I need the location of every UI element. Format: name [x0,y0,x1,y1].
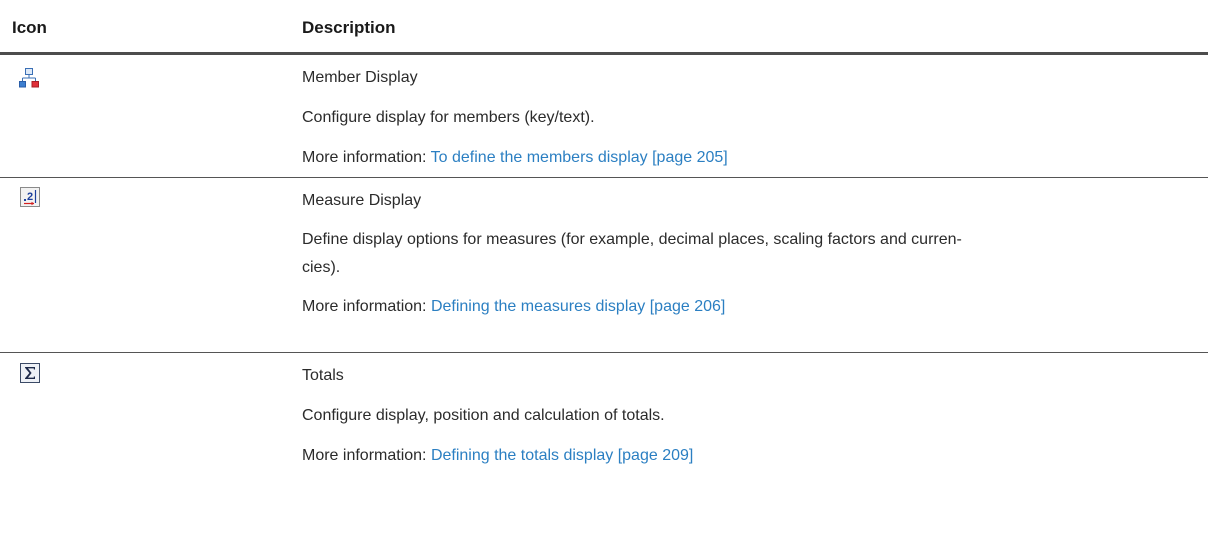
description-cell: Member Display Configure display for mem… [302,55,1208,188]
more-information-prefix: More information: [302,447,431,464]
description-cell: Measure Display Define display options f… [302,178,1208,337]
more-information-prefix: More information: [302,149,431,166]
row-title: Totals [302,367,344,384]
description-cell: Totals Configure display, position and c… [302,353,1208,486]
row-description: Define display options for measures (for… [302,231,962,276]
decimal-places-icon: 2 [20,187,40,207]
header-icon-column: Icon [12,18,47,37]
header-description-column: Description [302,18,396,37]
more-information-line: More information: Defining the totals di… [302,445,1208,486]
table-row: Member Display Configure display for mem… [0,55,1208,178]
table-row: Totals Configure display, position and c… [0,353,1208,483]
row-description: Configure display for members (key/text)… [302,109,595,126]
row-title: Measure Display [302,192,422,209]
row-title: Member Display [302,69,418,86]
sigma-icon [20,363,40,383]
icon-description-table: Icon Description Member Display Configur… [0,0,1208,483]
measures-display-link[interactable]: Defining the measures display [page 206] [431,298,725,315]
row-description: Configure display, position and calculat… [302,407,665,424]
member-hierarchy-icon [19,68,39,88]
more-information-line: More information: Defining the measures … [302,296,1208,337]
table-row: 2 Measure Display Define display options… [0,178,1208,353]
more-information-prefix: More information: [302,298,431,315]
totals-display-link[interactable]: Defining the totals display [page 209] [431,447,693,464]
members-display-link[interactable]: To define the members display [page 205] [431,149,728,166]
table-header: Icon Description [0,0,1208,55]
svg-text:2: 2 [27,191,33,203]
